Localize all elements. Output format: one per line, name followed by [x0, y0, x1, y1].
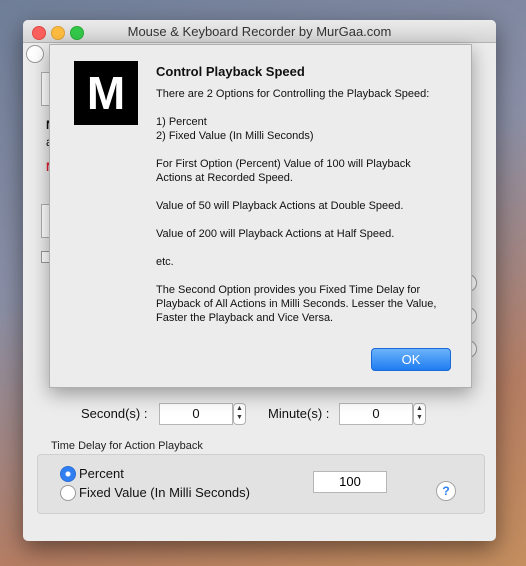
playback-value-input[interactable]: 100 — [313, 471, 387, 493]
seconds-input[interactable]: 0 — [159, 403, 233, 425]
ok-button[interactable]: OK — [371, 348, 451, 371]
fixed-value-radio-label[interactable]: Fixed Value (In Milli Seconds) — [79, 485, 250, 500]
alert-paragraph: 1) Percent 2) Fixed Value (In Milli Seco… — [156, 116, 314, 142]
seconds-label: Second(s) : — [81, 406, 148, 421]
alert-paragraph: Value of 50 will Playback Actions at Dou… — [156, 200, 404, 212]
playback-group — [37, 454, 485, 514]
minutes-label: Minute(s) : — [268, 406, 330, 421]
playback-group-label: Time Delay for Action Playback — [51, 440, 203, 452]
alert-paragraph: For First Option (Percent) Value of 100 … — [156, 158, 411, 184]
minutes-stepper[interactable]: ▲ ▼ — [413, 403, 426, 425]
alert-paragraph: Value of 200 will Playback Actions at Ha… — [156, 228, 395, 240]
window-title: Mouse & Keyboard Recorder by MurGaa.com — [127, 24, 392, 39]
app-logo-icon: M — [74, 61, 138, 125]
background-radio[interactable] — [26, 45, 44, 63]
alert-paragraph: There are 2 Options for Controlling the … — [156, 88, 430, 100]
percent-radio[interactable] — [60, 466, 76, 482]
help-button[interactable]: ? — [436, 481, 456, 501]
alert-paragraph: etc. — [156, 256, 174, 268]
title-bar[interactable]: Mouse & Keyboard Recorder by MurGaa.com — [23, 20, 496, 43]
alert-message: There are 2 Options for Controlling the … — [156, 87, 446, 339]
fixed-value-radio[interactable] — [60, 485, 76, 501]
percent-radio-label[interactable]: Percent — [79, 466, 124, 481]
alert-paragraph: The Second Option provides you Fixed Tim… — [156, 284, 437, 324]
alert-dialog: M Control Playback Speed There are 2 Opt… — [49, 44, 472, 388]
alert-title: Control Playback Speed — [156, 64, 305, 79]
minutes-input[interactable]: 0 — [339, 403, 413, 425]
seconds-stepper[interactable]: ▲ ▼ — [233, 403, 246, 425]
